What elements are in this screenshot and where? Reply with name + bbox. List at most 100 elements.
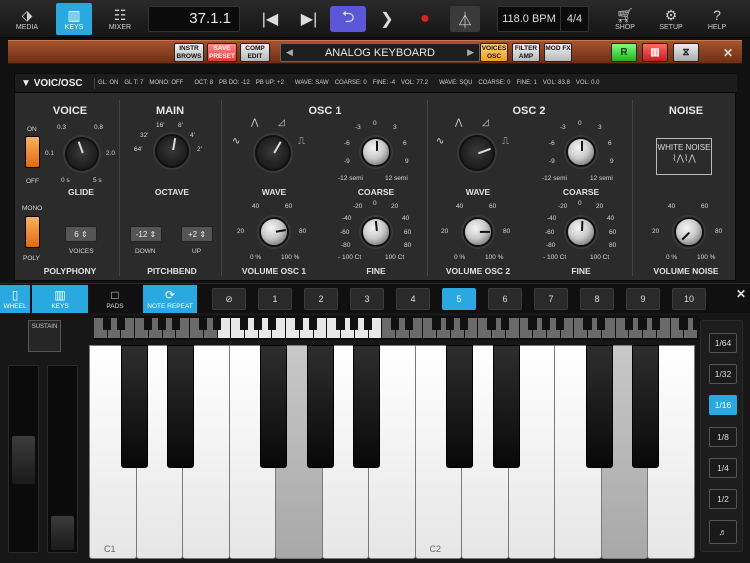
rewind-to-start-button[interactable]: |◀ [253,6,287,32]
keyboard-range-overview[interactable] [94,316,702,340]
pitchbend-down-stepper[interactable]: -12 ⇕ [130,226,162,242]
panel-collapse-toggle[interactable]: ▼ VOIC/OSC [15,77,95,89]
shop-button[interactable]: 🛒︎ SHOP [607,3,643,35]
overview-black-key [295,318,304,330]
volume-tick: 20 [237,228,245,235]
osc1-volume-knob[interactable] [259,217,289,247]
mod-wheel-thumb[interactable] [51,516,74,550]
instrument-browser-button[interactable]: INSTR BROWS [174,43,204,62]
keys-icon: ▥ [54,287,66,302]
velocity-button-10[interactable]: 10 [672,288,706,310]
note-value-1-2[interactable]: 1/2 [709,489,737,509]
pitch-wheel[interactable] [8,365,39,553]
glide-tick: 0 s [61,177,70,184]
volume-tick: 20 [652,228,660,235]
mono-poly-switch[interactable] [25,216,40,248]
sustain-button[interactable]: SUSTAIN [28,320,61,352]
velocity-button-6[interactable]: 6 [488,288,522,310]
osc1-coarse-knob[interactable] [361,137,391,167]
note-value-1-8[interactable]: 1/8 [709,427,737,447]
help-button[interactable]: ? HELP [699,3,735,35]
black-key[interactable] [446,345,474,468]
osc2-fine-knob[interactable] [566,217,596,247]
close-instrument-button[interactable]: ✕ [720,45,736,61]
voices-stepper[interactable]: 6 ⇕ [65,226,97,242]
coarse-tick: -12 semi [542,175,567,182]
black-key[interactable] [167,345,195,468]
loop-button[interactable]: ⮌ [330,6,366,32]
keyboard-view-button[interactable]: ▥ [642,43,668,62]
preset-prev-icon[interactable]: ◀ [286,47,293,58]
pitch-wheel-thumb[interactable] [12,436,35,484]
mod-fx-page-button[interactable]: MOD FX [544,43,572,62]
preset-selector[interactable]: ◀ ANALOG KEYBOARD ▶ [280,43,480,62]
fine-tick: 80 [609,242,617,249]
fine-tick: -60 [340,229,350,236]
osc1-fine-knob[interactable] [361,217,391,247]
note-value-1-32[interactable]: 1/32 [709,364,737,384]
velocity-button-9[interactable]: 9 [626,288,660,310]
media-button[interactable]: ⬗ MEDIA [4,3,50,35]
glide-on-off-switch[interactable] [25,136,40,168]
voices-osc-page-button[interactable]: VOICES OSC [480,43,508,62]
velocity-button-5[interactable]: 5 [442,288,476,310]
pitchbend-up-stepper[interactable]: +2 ⇕ [181,226,213,242]
play-button[interactable]: ❯ [370,6,404,32]
octave-knob[interactable] [155,134,189,168]
black-key[interactable] [260,345,288,468]
status-item: WAVE: SQU [439,80,473,86]
help-icon: ? [713,6,721,23]
setup-button[interactable]: ⚙ SETUP [651,3,691,35]
note-repeat-off-button[interactable]: ⊘ [212,288,246,310]
pads-tab[interactable]: □ PADS [90,285,140,313]
comp-edit-button[interactable]: COMP EDIT [240,43,270,62]
velocity-button-8[interactable]: 8 [580,288,614,310]
status-item: GL: ON [98,80,119,86]
routing-button[interactable]: ⧖ [673,43,699,62]
black-key[interactable] [585,345,613,468]
keys-tab[interactable]: ▥ KEYS [32,285,88,313]
note-repeat-tab[interactable]: ⟳ NOTE REPEAT [143,285,197,313]
record-arm-button[interactable]: R [611,43,637,62]
glide-knob[interactable] [65,137,99,171]
coarse-tick: -9 [344,158,350,165]
close-keyboard-button[interactable]: ✕ [733,286,749,302]
knob-pointer [376,141,378,152]
note-value-1-4[interactable]: 1/4 [709,458,737,478]
black-key[interactable] [120,345,148,468]
velocity-button-7[interactable]: 7 [534,288,568,310]
osc1-wave-knob[interactable] [255,135,291,171]
velocity-button-2[interactable]: 2 [304,288,338,310]
velocity-button-1[interactable]: 1 [258,288,292,310]
filter-amp-page-button[interactable]: FILTER AMP [512,43,540,62]
triplet-toggle[interactable]: ♬ [709,520,737,544]
song-position-display[interactable]: 37.1.1 [148,6,240,32]
velocity-button-4[interactable]: 4 [396,288,430,310]
tempo-display[interactable]: 118.0 BPM 4/4 [497,6,589,32]
mod-wheel[interactable] [47,365,78,553]
mixer-button[interactable]: ☷ MIXER [100,3,140,35]
black-key[interactable] [492,345,520,468]
black-key[interactable] [632,345,660,468]
metronome-button[interactable]: ⏃ [450,6,480,32]
record-button[interactable]: ● [408,6,442,32]
osc2-wave-knob[interactable] [459,135,495,171]
volume-tick: 40 [252,203,260,210]
skip-forward-button[interactable]: ▶| [292,6,326,32]
black-key[interactable] [306,345,334,468]
velocity-button-3[interactable]: 3 [350,288,384,310]
note-value-1-64[interactable]: 1/64 [709,333,737,353]
osc2-volume-knob[interactable] [463,217,493,247]
preset-next-icon[interactable]: ▶ [467,47,474,58]
fine-tick: 60 [609,229,617,236]
keys-button[interactable]: ▥ KEYS [56,3,92,35]
coarse-tick: 6 [608,140,612,147]
osc2-coarse-knob[interactable] [566,137,596,167]
noise-volume-knob[interactable] [674,217,704,247]
save-preset-button[interactable]: SAVE PRESET [207,43,237,62]
media-icon: ⬗ [21,6,33,23]
black-key[interactable] [353,345,381,468]
wheel-tab[interactable]: ▯ WHEEL [0,285,30,313]
octave-tick: 4' [190,132,195,139]
note-value-1-16[interactable]: 1/16 [709,395,737,415]
